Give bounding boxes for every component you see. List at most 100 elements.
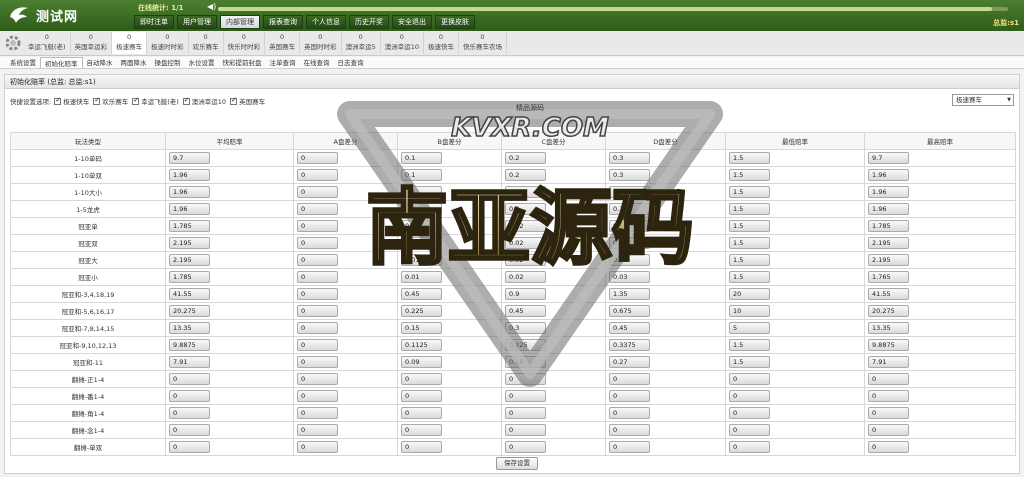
odds-input[interactable]: 0.1125 — [401, 339, 442, 351]
odds-input[interactable]: 7.91 — [868, 356, 909, 368]
odds-input[interactable]: 41.55 — [169, 288, 210, 300]
quick-option[interactable]: 欢乐赛车 — [93, 96, 128, 106]
odds-input[interactable]: 1.5 — [729, 254, 770, 266]
odds-input[interactable]: 0.02 — [505, 254, 546, 266]
odds-input[interactable]: 0.3 — [609, 203, 650, 215]
odds-input[interactable]: 0.3 — [609, 186, 650, 198]
odds-input[interactable]: 0.1 — [401, 203, 442, 215]
gear-icon[interactable] — [4, 34, 22, 52]
odds-input[interactable]: 1.96 — [868, 169, 909, 181]
checkbox[interactable] — [93, 96, 101, 105]
odds-input[interactable]: 0.45 — [609, 322, 650, 334]
odds-input[interactable]: 9.7 — [868, 152, 909, 164]
odds-input[interactable]: 13.35 — [868, 322, 909, 334]
nav-item[interactable]: 内部管理 — [220, 15, 260, 29]
odds-input[interactable]: 0 — [297, 254, 338, 266]
odds-input[interactable]: 0.3 — [609, 152, 650, 164]
odds-input[interactable]: 0 — [401, 407, 442, 419]
game-tab[interactable]: 0 英国时时彩 — [300, 32, 342, 54]
odds-input[interactable]: 1.5 — [729, 203, 770, 215]
odds-input[interactable]: 1.96 — [169, 169, 210, 181]
submenu-item[interactable]: 初始化赔率 — [40, 57, 83, 68]
odds-input[interactable]: 0 — [868, 407, 909, 419]
odds-input[interactable]: 0.01 — [401, 237, 442, 249]
odds-input[interactable]: 0 — [297, 424, 338, 436]
odds-input[interactable]: 20 — [729, 288, 770, 300]
submenu-item[interactable]: 两面降水 — [117, 57, 151, 68]
odds-input[interactable]: 1.96 — [169, 186, 210, 198]
odds-input[interactable]: 5 — [729, 322, 770, 334]
game-tab[interactable]: 0 快乐时时彩 — [224, 32, 266, 54]
quick-option[interactable]: 极速快车 — [54, 96, 89, 106]
quick-option[interactable]: 澳洲幸运10 — [182, 96, 226, 106]
submenu-item[interactable]: 水位设置 — [185, 57, 219, 68]
odds-input[interactable]: 10 — [729, 305, 770, 317]
odds-input[interactable]: 1.5 — [729, 356, 770, 368]
odds-input[interactable]: 0 — [401, 373, 442, 385]
odds-input[interactable]: 0 — [297, 356, 338, 368]
odds-input[interactable]: 0.1 — [401, 186, 442, 198]
odds-input[interactable]: 0.2 — [505, 186, 546, 198]
odds-input[interactable]: 0.3 — [609, 169, 650, 181]
odds-input[interactable]: 0 — [297, 203, 338, 215]
game-tab[interactable]: 0 快乐赛车农场 — [459, 32, 507, 54]
odds-input[interactable]: 1.96 — [868, 186, 909, 198]
odds-input[interactable]: 0.09 — [401, 356, 442, 368]
odds-input[interactable]: 13.35 — [169, 322, 210, 334]
odds-input[interactable]: 0.1 — [401, 169, 442, 181]
odds-input[interactable]: 0.03 — [609, 271, 650, 283]
odds-input[interactable]: 0 — [297, 339, 338, 351]
submenu-item[interactable]: 日志查询 — [334, 57, 368, 68]
odds-input[interactable]: 20.275 — [868, 305, 909, 317]
submenu-item[interactable]: 自动降水 — [83, 57, 117, 68]
game-tab[interactable]: 0 幸运飞艇(老) — [24, 32, 71, 54]
quick-option[interactable]: 幸运飞艇(老) — [132, 96, 179, 106]
odds-input[interactable]: 0 — [297, 169, 338, 181]
odds-input[interactable]: 0 — [401, 424, 442, 436]
odds-input[interactable]: 0 — [297, 271, 338, 283]
odds-input[interactable]: 0.02 — [505, 271, 546, 283]
odds-input[interactable]: 1.5 — [729, 186, 770, 198]
game-tab[interactable]: 0 欢乐赛车 — [189, 32, 224, 54]
odds-input[interactable]: 0.27 — [609, 356, 650, 368]
odds-input[interactable]: 0 — [505, 390, 546, 402]
odds-input[interactable]: 0.45 — [505, 305, 546, 317]
odds-input[interactable]: 0 — [505, 424, 546, 436]
odds-input[interactable]: 9.7 — [169, 152, 210, 164]
odds-input[interactable]: 0 — [169, 390, 210, 402]
odds-input[interactable]: 0.1 — [401, 152, 442, 164]
odds-input[interactable]: 0 — [297, 407, 338, 419]
odds-input[interactable]: 0.03 — [609, 237, 650, 249]
save-button[interactable]: 保存设置 — [496, 457, 538, 470]
odds-input[interactable]: 0 — [505, 407, 546, 419]
odds-input[interactable]: 1.5 — [729, 152, 770, 164]
submenu-item[interactable]: 操盘控制 — [151, 57, 185, 68]
odds-input[interactable]: 0 — [729, 390, 770, 402]
odds-input[interactable]: 0 — [297, 288, 338, 300]
odds-input[interactable]: 1.785 — [169, 220, 210, 232]
odds-input[interactable]: 0 — [297, 322, 338, 334]
nav-item[interactable]: 更换皮肤 — [435, 15, 475, 29]
odds-input[interactable]: 0.2 — [505, 152, 546, 164]
odds-input[interactable]: 0.2 — [505, 169, 546, 181]
game-tab[interactable]: 0 澳洲幸运10 — [381, 32, 424, 54]
odds-input[interactable]: 1.765 — [868, 271, 909, 283]
odds-input[interactable]: 0 — [297, 390, 338, 402]
odds-input[interactable]: 1.5 — [729, 339, 770, 351]
odds-input[interactable]: 2.195 — [169, 254, 210, 266]
submenu-item[interactable]: 系统设置 — [6, 57, 40, 68]
odds-input[interactable]: 0 — [297, 441, 338, 453]
odds-input[interactable]: 0 — [729, 441, 770, 453]
odds-input[interactable]: 2.195 — [868, 254, 909, 266]
nav-item[interactable]: 用户管理 — [177, 15, 217, 29]
game-tab[interactable]: 0 极速快车 — [424, 32, 459, 54]
odds-input[interactable]: 0 — [297, 237, 338, 249]
odds-input[interactable]: 0 — [868, 390, 909, 402]
nav-item[interactable]: 即时注单 — [134, 15, 174, 29]
nav-item[interactable]: 历史开奖 — [349, 15, 389, 29]
odds-input[interactable]: 0.01 — [401, 271, 442, 283]
odds-input[interactable]: 0 — [297, 152, 338, 164]
odds-input[interactable]: 0.02 — [505, 237, 546, 249]
game-tab[interactable]: 0 英国幸运彩 — [71, 32, 113, 54]
odds-input[interactable]: 1.785 — [868, 220, 909, 232]
